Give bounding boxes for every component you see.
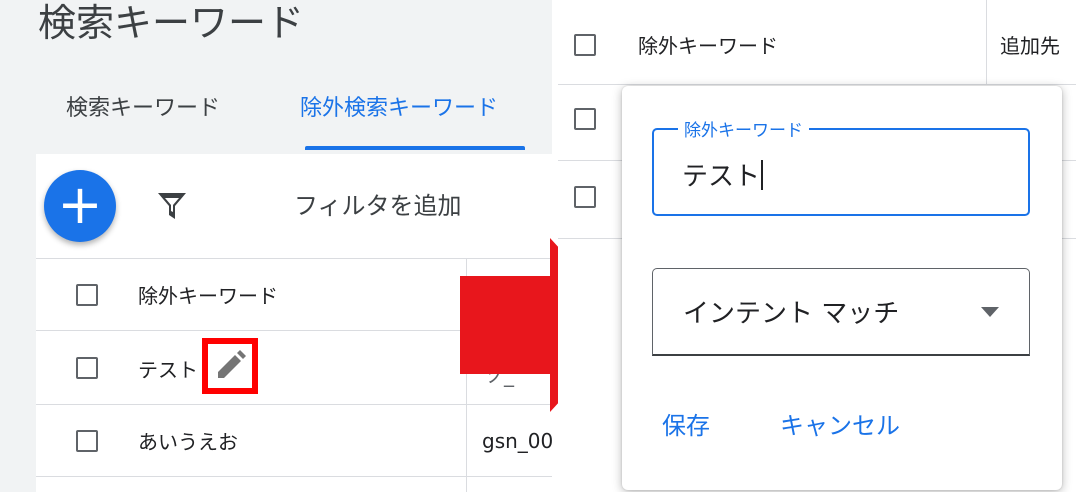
tab-search-keywords[interactable]: 検索キーワード: [66, 90, 220, 122]
save-button[interactable]: 保存: [662, 406, 710, 441]
active-tab-indicator: [305, 146, 525, 150]
column-divider: [986, 0, 987, 84]
add-button[interactable]: +: [44, 170, 116, 242]
row-checkbox[interactable]: [574, 108, 596, 130]
table-divider: [36, 476, 552, 477]
edit-keyword-popup: 除外キーワード テスト インテント マッチ 保存 キャンセル: [622, 86, 1062, 490]
match-type-value: インテント マッチ: [683, 299, 900, 329]
keyword-input[interactable]: 除外キーワード テスト: [652, 116, 1030, 216]
keyword-input-label: 除外キーワード: [678, 116, 809, 141]
text-cursor: [761, 160, 764, 190]
row-checkbox[interactable]: [574, 186, 596, 208]
plus-icon: +: [57, 173, 103, 236]
column-header-negative-keyword[interactable]: 除外キーワード: [138, 280, 278, 309]
tab-negative-keywords[interactable]: 除外検索キーワード: [300, 90, 498, 122]
select-all-checkbox[interactable]: [574, 34, 596, 56]
row-checkbox[interactable]: [76, 357, 98, 379]
cancel-button[interactable]: キャンセル: [780, 406, 900, 441]
pencil-icon[interactable]: [208, 344, 252, 388]
column-header-added-to[interactable]: 追加先: [1000, 30, 1060, 59]
dropdown-caret-icon[interactable]: [981, 307, 999, 317]
add-filter-label[interactable]: フィルタを追加: [294, 186, 462, 221]
row-checkbox[interactable]: [76, 430, 98, 452]
table-divider: [558, 84, 1076, 85]
match-type-select[interactable]: インテント マッチ: [652, 268, 1030, 356]
table-row-campaign: gsn_00: [482, 429, 552, 453]
page-title: 検索キーワード: [38, 1, 305, 45]
column-header-negative-keyword[interactable]: 除外キーワード: [638, 30, 778, 59]
table-row-keyword: テスト: [138, 358, 198, 382]
keyword-input-value: テスト: [682, 156, 764, 193]
right-panel: 除外キーワード 追加先 除外キーワード テスト インテント マッチ 保存 キャン…: [558, 0, 1076, 492]
table-row-keyword: あいうえお: [138, 430, 238, 454]
edit-highlight-box: [202, 338, 258, 394]
filter-icon[interactable]: [156, 190, 188, 222]
select-all-checkbox[interactable]: [76, 284, 98, 306]
